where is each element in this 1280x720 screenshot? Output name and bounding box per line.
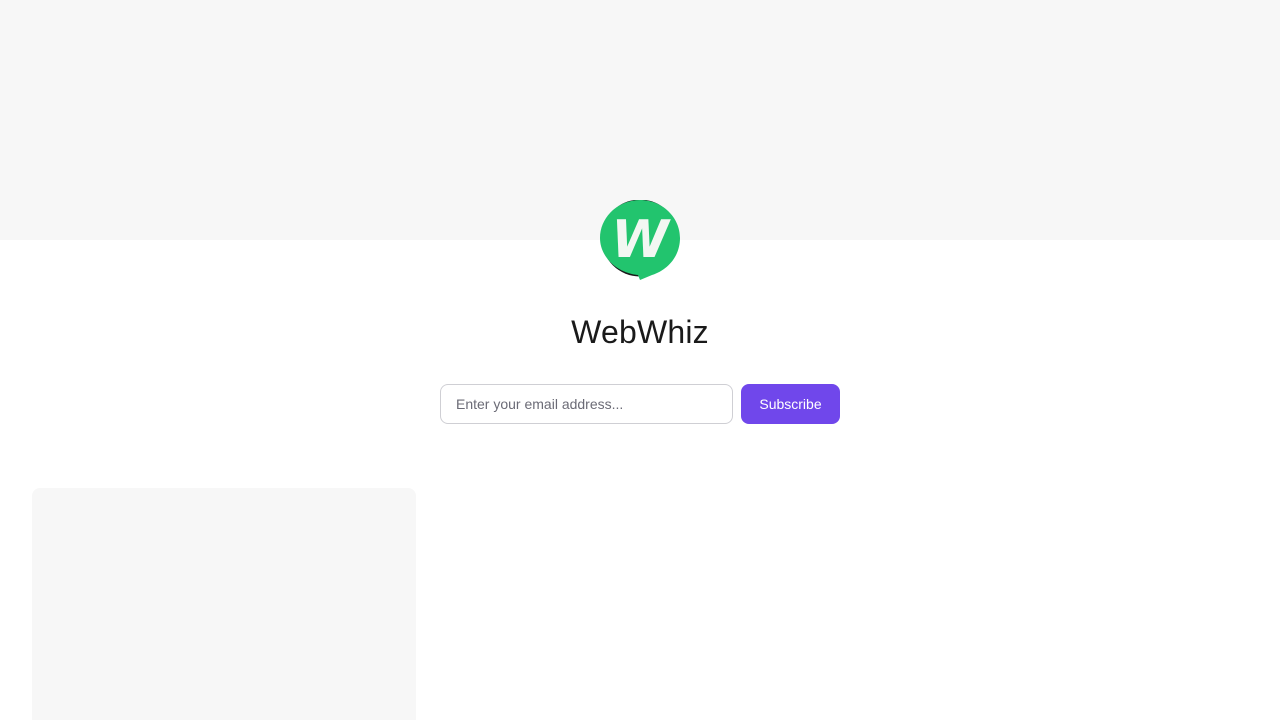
logo-graphic: W — [600, 200, 680, 280]
subscribe-form: Subscribe — [440, 384, 840, 424]
logo-letter: W — [611, 210, 671, 270]
webwhiz-logo-icon[interactable]: W — [600, 200, 680, 280]
subscribe-button[interactable]: Subscribe — [741, 384, 840, 424]
publication-title: WebWhiz — [571, 314, 709, 350]
post-card-thumbnail[interactable] — [32, 488, 416, 720]
publication-home-page: W WebWhiz Subscribe — [0, 0, 1280, 720]
email-input[interactable] — [440, 384, 733, 424]
